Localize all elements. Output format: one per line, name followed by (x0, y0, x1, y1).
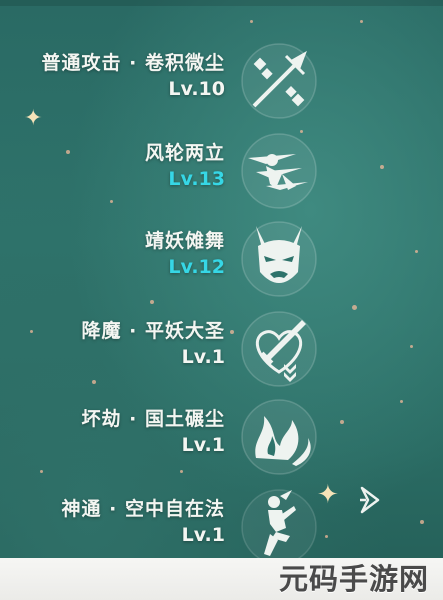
expand-arrow-button[interactable] (352, 482, 388, 518)
yaksha-mask-icon (236, 216, 322, 302)
talent-level: Lv.1 (181, 434, 225, 456)
talent-name: 风轮两立 (144, 142, 225, 164)
talent-level: Lv.13 (168, 168, 225, 190)
talent-name: 靖妖傩舞 (144, 230, 225, 252)
talent-name: 神通 · 空中自在法 (61, 498, 225, 520)
talent-name: 坏劫 · 国土碾尘 (81, 408, 225, 430)
talent-row-elemental-skill[interactable]: 风轮两立 Lv.13 (0, 128, 443, 218)
sword-heart-icon (236, 306, 322, 392)
talent-level: Lv.1 (181, 346, 225, 368)
chevron-right-icon (360, 486, 380, 514)
talent-level: Lv.10 (168, 78, 225, 100)
talent-row-passive-2[interactable]: 坏劫 · 国土碾尘 Lv.1 (0, 394, 443, 484)
footer-bar: 元码手游网 (0, 558, 443, 600)
spear-attack-icon (236, 38, 322, 124)
talent-level: Lv.1 (181, 524, 225, 546)
wind-flame-icon (236, 394, 322, 480)
wind-dash-icon (236, 128, 322, 214)
top-edge (0, 0, 443, 6)
talent-row-passive-1[interactable]: 降魔 · 平妖大圣 Lv.1 (0, 306, 443, 396)
talent-level: Lv.12 (168, 256, 225, 278)
talent-row-normal-attack[interactable]: 普通攻击 · 卷积微尘 Lv.10 (0, 38, 443, 128)
talent-row-elemental-burst[interactable]: 靖妖傩舞 Lv.12 (0, 216, 443, 306)
talent-name: 普通攻击 · 卷积微尘 (41, 52, 225, 74)
watermark-text: 元码手游网 (278, 562, 429, 596)
talent-name: 降魔 · 平妖大圣 (81, 320, 225, 342)
